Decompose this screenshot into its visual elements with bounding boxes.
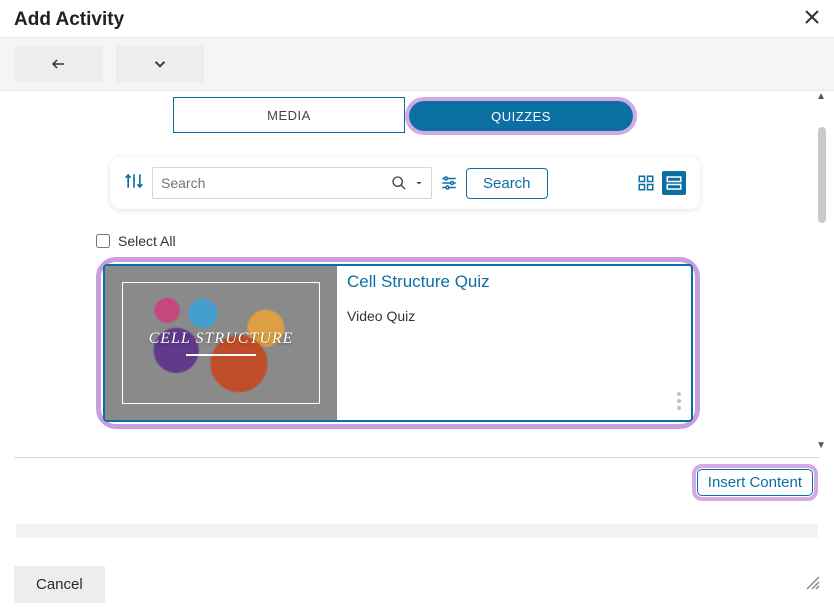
select-all-checkbox[interactable] <box>96 234 110 248</box>
resize-grip-icon[interactable] <box>804 574 820 595</box>
quiz-type: Video Quiz <box>347 308 681 324</box>
back-button[interactable] <box>14 46 102 82</box>
quiz-title: Cell Structure Quiz <box>347 272 681 292</box>
scrollbar-thumb[interactable] <box>818 127 826 223</box>
cancel-button[interactable]: Cancel <box>14 566 105 603</box>
search-icon[interactable] <box>391 175 407 191</box>
more-options-button[interactable] <box>677 392 681 410</box>
quiz-item-highlight: CELL STRUCTURE Cell Structure Quiz Video… <box>96 257 700 429</box>
close-button[interactable] <box>804 8 820 31</box>
sliders-icon[interactable] <box>440 174 458 192</box>
insert-content-button[interactable]: Insert Content <box>697 469 813 496</box>
quiz-thumbnail: CELL STRUCTURE <box>105 266 337 420</box>
search-panel: Search <box>110 157 700 209</box>
search-button[interactable]: Search <box>466 168 548 199</box>
select-all-label: Select All <box>118 233 176 249</box>
close-icon <box>804 9 820 25</box>
arrow-left-icon <box>49 55 67 73</box>
search-dropdown-icon[interactable] <box>413 177 425 189</box>
view-list-button[interactable] <box>662 171 686 195</box>
grid-icon <box>637 174 655 192</box>
view-grid-button[interactable] <box>634 171 658 195</box>
modal-title: Add Activity <box>14 9 124 31</box>
list-icon <box>665 174 683 192</box>
tab-media[interactable]: MEDIA <box>173 97 405 133</box>
search-input-wrapper <box>152 167 432 199</box>
footer-bar <box>16 524 818 538</box>
scroll-up-icon[interactable]: ▲ <box>816 91 826 102</box>
quiz-item[interactable]: CELL STRUCTURE Cell Structure Quiz Video… <box>103 264 693 422</box>
thumbnail-caption: CELL STRUCTURE <box>149 330 294 348</box>
search-input[interactable] <box>153 168 391 198</box>
chevron-down-icon <box>151 55 169 73</box>
dropdown-button[interactable] <box>116 46 204 82</box>
scroll-down-icon[interactable]: ▼ <box>816 440 826 451</box>
tab-quizzes[interactable]: QUIZZES <box>409 101 633 131</box>
filter-sort-icon[interactable] <box>124 171 144 196</box>
